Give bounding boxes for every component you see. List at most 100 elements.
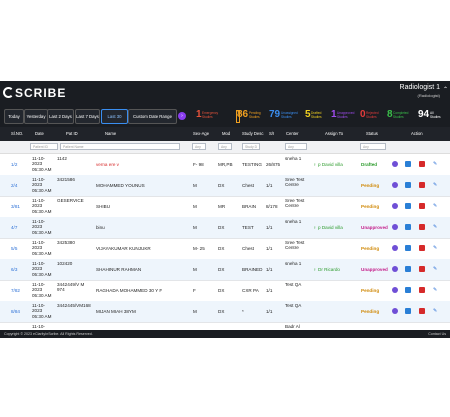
download-icon[interactable] <box>419 224 425 230</box>
stat-count: 8 <box>387 109 393 120</box>
row-status[interactable]: Unapproved <box>361 267 388 272</box>
download-icon[interactable] <box>419 182 425 188</box>
row-patient-id: 3425380 <box>57 240 75 245</box>
chat-icon[interactable] <box>405 182 411 188</box>
edit-icon[interactable]: ✎ <box>433 287 439 293</box>
radiology-icon[interactable] <box>392 161 398 167</box>
row-center: Test QA <box>285 303 302 308</box>
footer: Copyright © 2023 eClarityInScribe. All R… <box>0 330 450 338</box>
column-header-s-i[interactable]: S/I <box>269 131 274 136</box>
filter-button-last-30-days[interactable]: Last 30 Days <box>101 109 128 132</box>
user-profile[interactable]: Radiologist 1 (Radiologist) ⌃ <box>400 84 448 100</box>
column-header-center[interactable]: Center <box>286 131 299 136</box>
sex-filter[interactable]: Any <box>192 143 206 150</box>
download-icon[interactable] <box>419 161 425 167</box>
stat-count: 1 <box>196 109 202 120</box>
table-row[interactable]: 5/5 11-10-2023 05:30 AM 3425380 VIJAYAKUMAR… <box>0 238 450 260</box>
radiology-icon[interactable] <box>392 203 398 209</box>
row-sl-no[interactable]: 2/4 <box>11 183 17 188</box>
chevron-up-icon[interactable]: ⌃ <box>443 86 448 94</box>
row-center: Sree Test Centre <box>285 177 305 188</box>
row-modality: DX <box>218 246 225 251</box>
chat-icon[interactable] <box>405 245 411 251</box>
filter-button-custom-date-range[interactable]: Custom Date Range <box>128 109 177 124</box>
row-status[interactable]: Drafted <box>361 162 377 167</box>
edit-icon[interactable]: ✎ <box>433 203 439 209</box>
stat-label: All Studies <box>430 111 441 119</box>
radiology-icon[interactable] <box>392 266 398 272</box>
download-icon[interactable] <box>419 287 425 293</box>
row-status[interactable]: Pending <box>361 204 379 209</box>
column-header-name[interactable]: Name <box>105 131 116 136</box>
column-header-status[interactable]: Status <box>366 131 378 136</box>
table-row[interactable]: 2/4 11-10-2023 05:30 AM 3421586 MOHAMMED YO… <box>0 175 450 197</box>
column-header-study-desc[interactable]: Study Desc <box>242 131 263 136</box>
chat-icon[interactable] <box>405 161 411 167</box>
row-sl-no[interactable]: 8/84 <box>11 309 20 314</box>
row-sl-no[interactable]: 5/5 <box>11 246 17 251</box>
row-date: 11-10-2023 05:30 AM <box>32 177 52 193</box>
edit-icon[interactable]: ✎ <box>433 266 439 272</box>
chat-icon[interactable] <box>405 287 411 293</box>
column-header-date[interactable]: Date <box>35 131 44 136</box>
stat-pending-studies[interactable]: 86 Pending Studies <box>236 109 261 123</box>
status-filter[interactable]: Any <box>360 143 386 150</box>
edit-icon[interactable]: ✎ <box>433 161 439 167</box>
row-si: 1/1 <box>266 309 273 314</box>
table-row[interactable]: 8/84 11-10-2023 05:30 AM 3442445/VM168 MIJA… <box>0 301 450 323</box>
chat-icon[interactable] <box>405 266 411 272</box>
column-header-sl-no[interactable]: Sl.NO. <box>11 131 23 136</box>
download-icon[interactable] <box>419 203 425 209</box>
patient-id-filter[interactable]: Patient ID <box>30 143 58 150</box>
filter-button-last-2-days[interactable]: Last 2 Days <box>47 109 74 124</box>
row-sl-no[interactable]: 7/82 <box>11 288 20 293</box>
edit-icon[interactable]: ✎ <box>433 224 439 230</box>
radiology-icon[interactable] <box>392 287 398 293</box>
row-status[interactable]: Pending <box>361 309 379 314</box>
radiology-icon[interactable] <box>392 182 398 188</box>
row-sl-no[interactable]: 4/7 <box>11 225 17 230</box>
row-sl-no[interactable]: 6/3 <box>11 267 17 272</box>
row-status[interactable]: Pending <box>361 183 379 188</box>
mod-filter[interactable]: Any <box>218 143 232 150</box>
radiology-icon[interactable] <box>392 308 398 314</box>
chat-icon[interactable] <box>405 224 411 230</box>
table-row[interactable]: 4/7 11-10-2023 05:30 AM binu M DX TEST 1/1 sneh… <box>0 217 450 239</box>
table-row[interactable]: 3/81 11-10-2023 05:30 AM GESERVICE SHIBU M MR… <box>0 196 450 218</box>
edit-icon[interactable]: ✎ <box>433 308 439 314</box>
row-sex-age: M- 25 <box>193 246 205 251</box>
column-header-assign-to[interactable]: Assign To <box>325 131 343 136</box>
filter-button-today[interactable]: Today <box>4 109 24 124</box>
column-header-pat-id[interactable]: Pat ID <box>66 131 78 136</box>
table-row[interactable]: 1/2 11-10-2023 05:30 AM 1142 verna ere v F- … <box>0 154 450 176</box>
center-filter[interactable]: Any <box>285 143 307 150</box>
study-filter[interactable]: Study D <box>242 143 260 150</box>
download-icon[interactable] <box>419 245 425 251</box>
download-icon[interactable] <box>419 308 425 314</box>
row-patient-id: 3421586 <box>57 177 75 182</box>
row-sl-no[interactable]: 1/2 <box>11 162 17 167</box>
row-status[interactable]: Pending <box>361 246 379 251</box>
contact-us-link[interactable]: Contact Us <box>428 330 446 338</box>
edit-icon[interactable]: ✎ <box>433 182 439 188</box>
stat-label: Completed Studies <box>393 111 409 119</box>
column-header-mod[interactable]: Mod <box>222 131 230 136</box>
edit-icon[interactable]: ✎ <box>433 245 439 251</box>
row-patient-id: 1142 <box>57 156 67 161</box>
row-status[interactable]: Unapproved <box>361 225 388 230</box>
download-icon[interactable] <box>419 266 425 272</box>
row-sl-no[interactable]: 3/81 <box>11 204 20 209</box>
arrow-right-icon[interactable]: › <box>178 112 186 120</box>
chat-icon[interactable] <box>405 203 411 209</box>
table-row[interactable]: 7/82 11-10-2023 05:30 AM 3442449/V M 974 RA… <box>0 280 450 302</box>
column-header-sex-age[interactable]: Sex-Age <box>193 131 209 136</box>
patient-name-filter[interactable]: Patient Name <box>60 143 180 150</box>
filter-button-last-7-days[interactable]: Last 7 Days <box>75 109 100 124</box>
chat-icon[interactable] <box>405 308 411 314</box>
filter-button-yesterday[interactable]: Yesterday <box>24 109 48 124</box>
row-status[interactable]: Pending <box>361 288 379 293</box>
radiology-icon[interactable] <box>392 245 398 251</box>
table-row[interactable]: 6/3 11-10-2023 05:30 AM 102420 SHAHINUR RAH… <box>0 259 450 281</box>
radiology-icon[interactable] <box>392 224 398 230</box>
column-header-action[interactable]: Action <box>411 131 423 136</box>
